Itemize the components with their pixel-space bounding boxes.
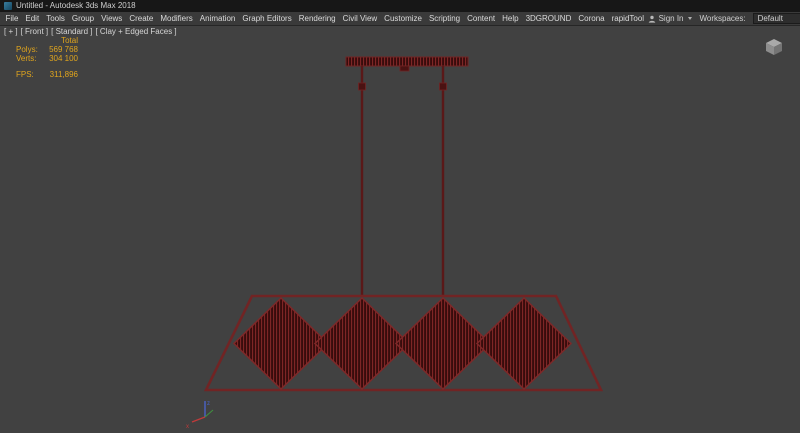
menu-item-rapidtool[interactable]: rapidTool: [608, 12, 647, 25]
statistics-overlay: Total Polys: 569 768 Verts: 304 100 FPS:…: [16, 36, 78, 79]
menu-item-file[interactable]: File: [2, 12, 22, 25]
menu-item-3dground[interactable]: 3DGROUND: [522, 12, 575, 25]
titlebar: Untitled - Autodesk 3ds Max 2018: [0, 0, 800, 12]
menu-item-customize[interactable]: Customize: [381, 12, 426, 25]
stats-verts-label: Verts:: [16, 54, 42, 63]
workspace-dropdown[interactable]: Default: [753, 13, 800, 24]
stats-fps-label: FPS:: [16, 70, 42, 79]
menubar-right-controls: Sign In Workspaces: Default: [648, 13, 800, 24]
caret-down-icon: [688, 17, 692, 20]
menu-item-modifiers[interactable]: Modifiers: [157, 12, 196, 25]
viewport-menu-general[interactable]: [ + ]: [4, 27, 18, 36]
stats-verts-value: 304 100: [42, 54, 78, 63]
sign-in-button[interactable]: Sign In: [648, 14, 693, 23]
menu-item-rendering[interactable]: Rendering: [295, 12, 339, 25]
menu-item-scripting[interactable]: Scripting: [425, 12, 463, 25]
user-icon: [648, 15, 656, 23]
viewport-label: [ + ] [ Front ] [ Standard ] [ Clay + Ed…: [4, 27, 177, 36]
menu-item-tools[interactable]: Tools: [43, 12, 69, 25]
viewport-menu-renderer[interactable]: [ Standard ]: [51, 27, 92, 36]
workspaces-label: Workspaces:: [699, 14, 745, 23]
menu-item-views[interactable]: Views: [98, 12, 126, 25]
menu-item-group[interactable]: Group: [68, 12, 97, 25]
menu-item-help[interactable]: Help: [499, 12, 522, 25]
3dsmax-logo-icon: [4, 2, 12, 10]
axis-x-label: x: [186, 424, 189, 430]
chandelier-model[interactable]: [206, 57, 601, 390]
sign-in-label: Sign In: [659, 14, 684, 23]
workspace-selected-value: Default: [758, 14, 783, 23]
menu-item-edit[interactable]: Edit: [22, 12, 43, 25]
window-title: Untitled - Autodesk 3ds Max 2018: [16, 0, 136, 12]
viewport-menu-shading[interactable]: [ Clay + Edged Faces ]: [95, 27, 176, 36]
menu-item-civil-view[interactable]: Civil View: [339, 12, 381, 25]
menu-item-graph-editors[interactable]: Graph Editors: [239, 12, 295, 25]
axis-z-label: z: [207, 401, 210, 407]
stats-fps-value: 311,896: [42, 70, 78, 79]
3dsmax-window: Untitled - Autodesk 3ds Max 2018 File Ed…: [0, 0, 800, 433]
menubar: File Edit Tools Group Views Create Modif…: [0, 12, 800, 26]
menu-item-content[interactable]: Content: [464, 12, 499, 25]
viewcube-icon[interactable]: [766, 39, 782, 55]
stats-polys-label: Polys:: [16, 45, 42, 54]
viewport-front[interactable]: z x [ + ] [ Front ] [ Standard ] [ Clay …: [0, 26, 800, 433]
menu-item-animation[interactable]: Animation: [196, 12, 239, 25]
menu-item-corona[interactable]: Corona: [575, 12, 608, 25]
viewport-canvas[interactable]: z x: [0, 26, 800, 433]
viewport-menu-pov[interactable]: [ Front ]: [21, 27, 49, 36]
stats-polys-value: 569 768: [42, 45, 78, 54]
menu-item-create[interactable]: Create: [126, 12, 157, 25]
world-axis-gizmo: z x: [186, 401, 213, 430]
stats-total-header: Total: [42, 36, 78, 45]
